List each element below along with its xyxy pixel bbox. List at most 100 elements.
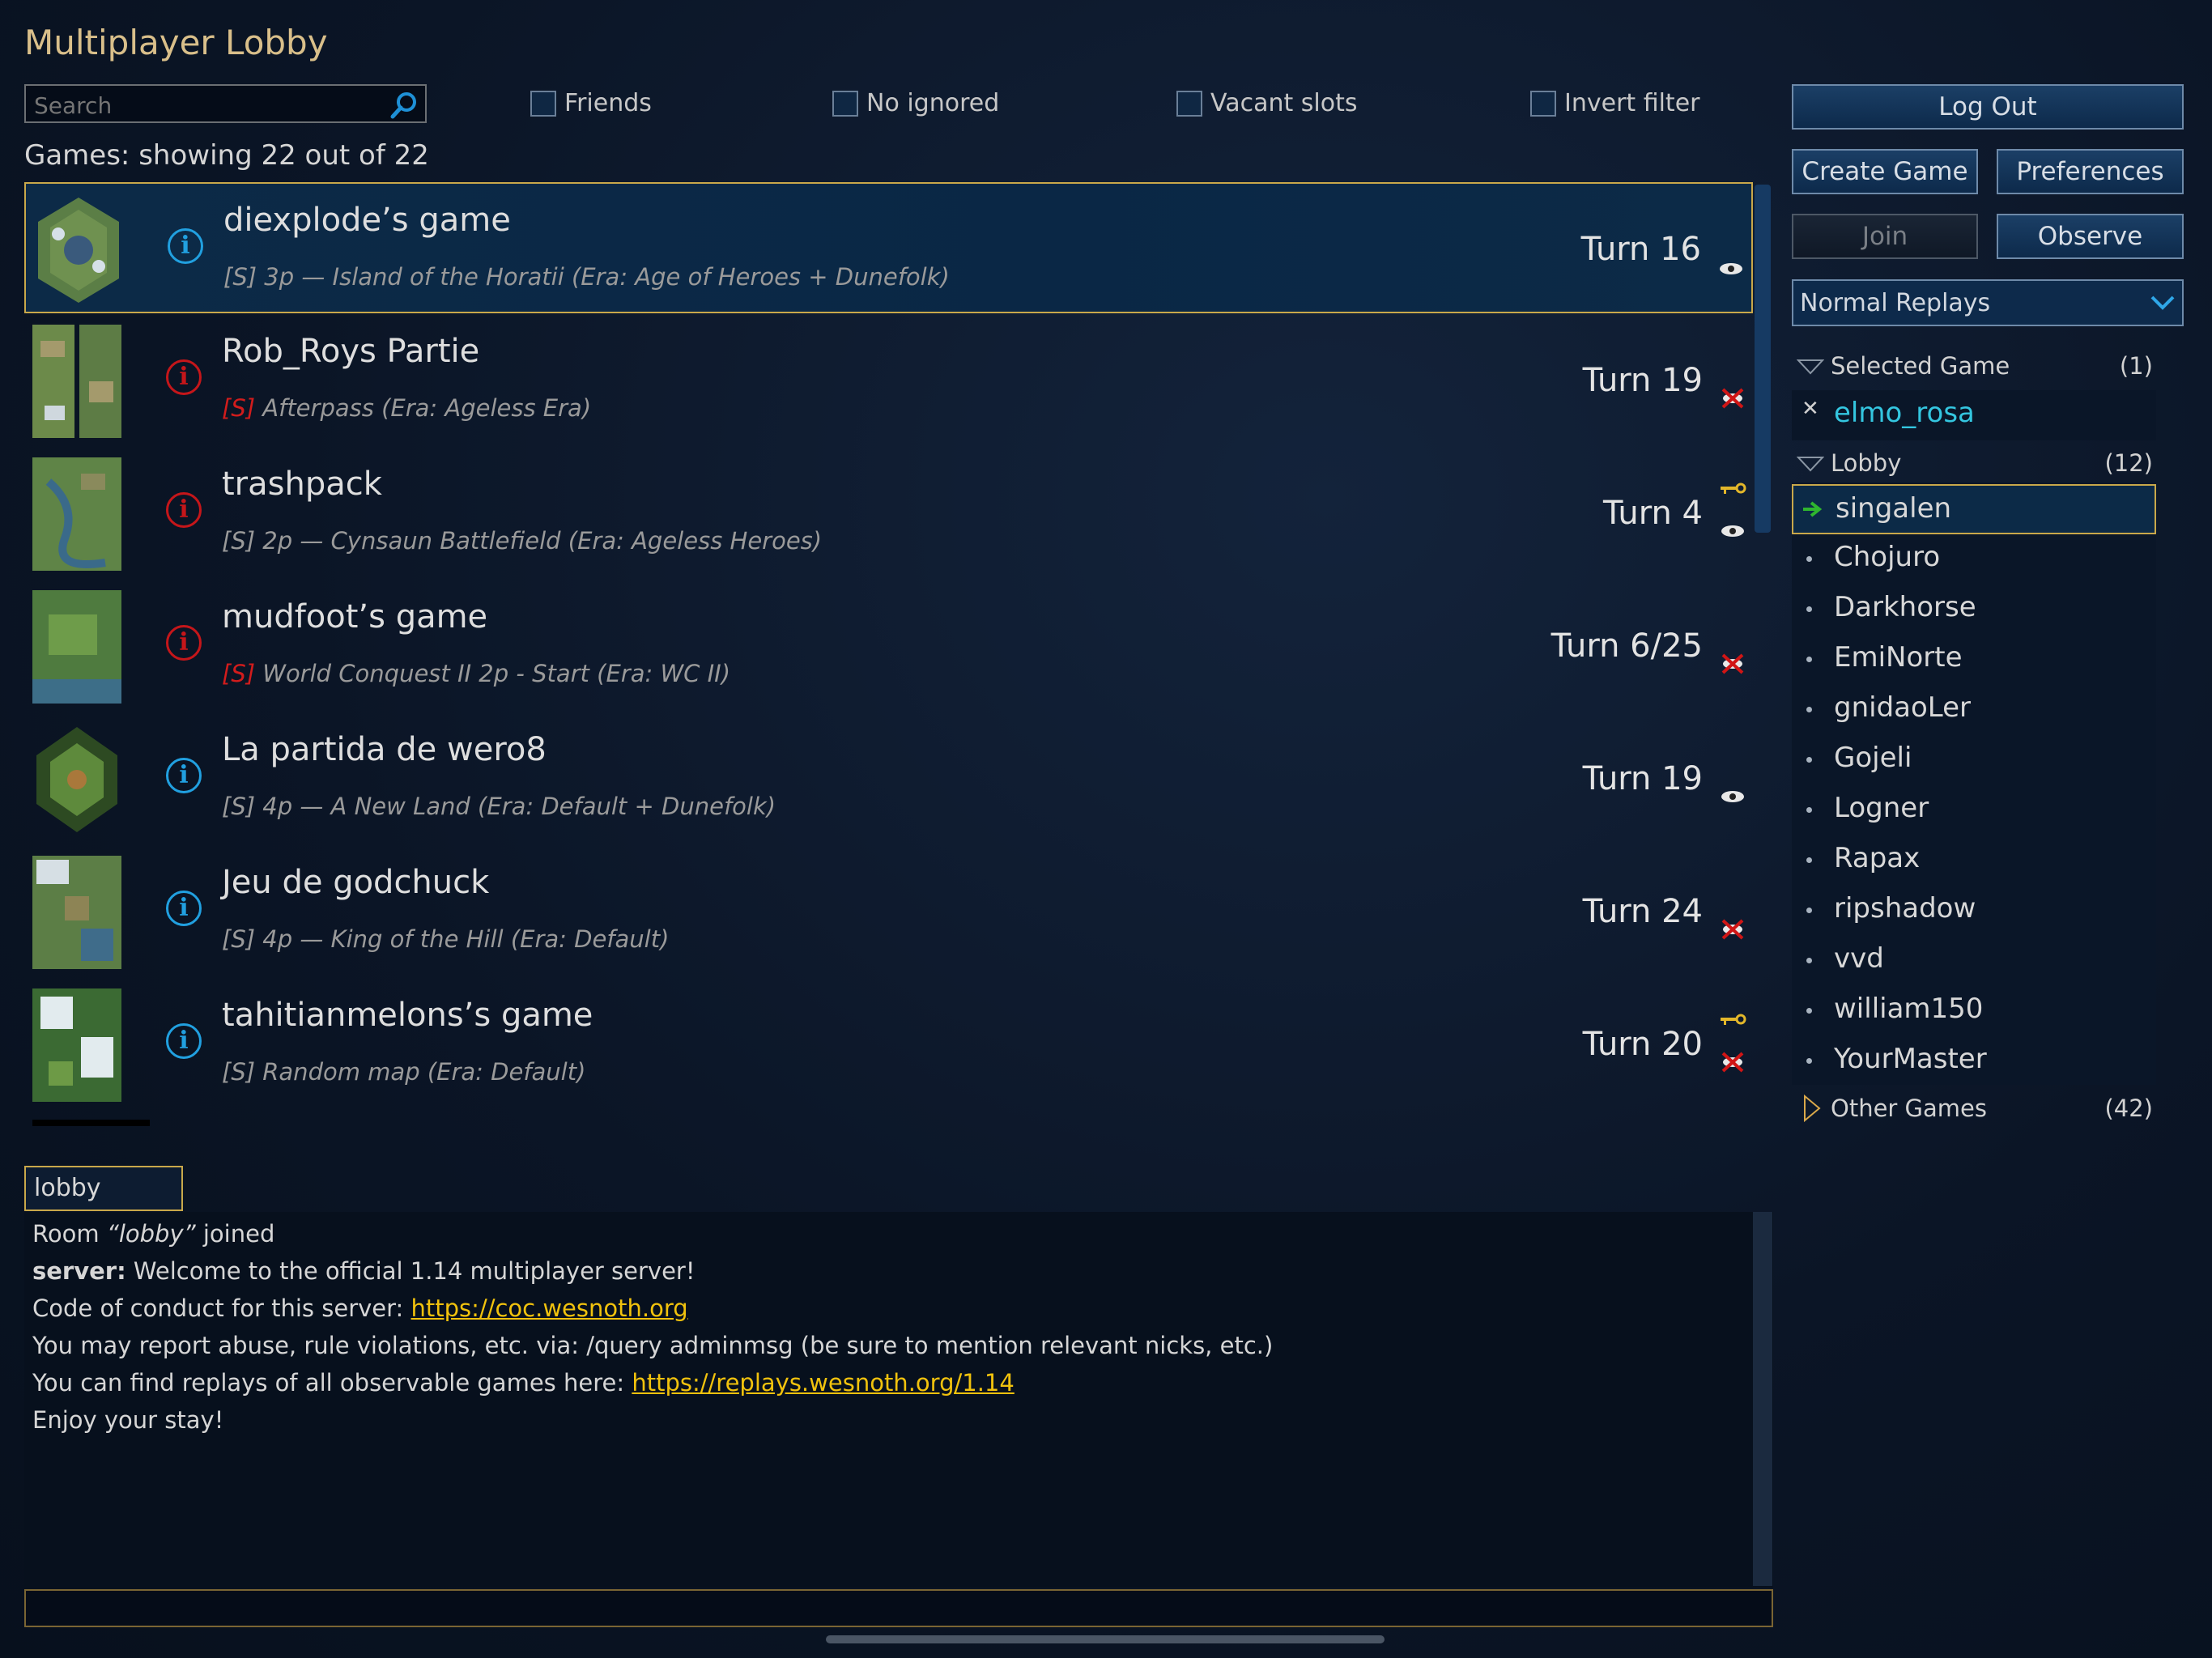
selected-game-player[interactable]: ✕ elmo_rosa — [1792, 390, 2156, 440]
game-name: diexplode’s game — [223, 202, 511, 239]
observe-button[interactable]: Observe — [1997, 214, 2184, 259]
invert-filter-checkbox[interactable] — [1530, 90, 1556, 117]
chat-line: Room “lobby” joined — [32, 1220, 1773, 1248]
player-name: singalen — [1836, 492, 1952, 525]
lobby-player[interactable]: Darkhorse — [1792, 585, 2156, 635]
no-ignored-filter[interactable]: No ignored — [832, 89, 999, 117]
game-scenario: World Conquest II 2p - Start (Era: WC II… — [262, 660, 731, 687]
game-tag: [S] — [223, 263, 257, 291]
game-turn: Turn 19 — [1582, 362, 1703, 399]
lobby-player[interactable]: Logner — [1792, 785, 2156, 835]
bullet-icon — [1806, 707, 1812, 712]
game-row[interactable]: i Jeu de godchuck [S] 4p — King of the H… — [24, 846, 1753, 977]
player-name: elmo_rosa — [1834, 397, 1975, 429]
lobby-player[interactable]: vvd — [1792, 936, 2156, 986]
map-thumbnail — [38, 198, 119, 303]
friends-checkbox[interactable] — [530, 90, 556, 117]
game-row-partial[interactable] — [24, 1120, 1753, 1150]
chat-room-name: “lobby” — [106, 1220, 196, 1248]
game-turn: Turn 19 — [1582, 760, 1703, 797]
bullet-icon — [1806, 958, 1812, 963]
game-description: [S] 2p — Cynsaun Battlefield (Era: Agele… — [222, 527, 822, 555]
game-turn: Turn 6/25 — [1551, 627, 1703, 665]
chat-text: joined — [195, 1220, 275, 1248]
bullet-icon — [1806, 807, 1812, 813]
info-icon[interactable]: i — [166, 625, 202, 661]
games-count: Games: showing 22 out of 22 — [24, 139, 429, 172]
replay-mode-value: Normal Replays — [1800, 289, 1991, 317]
tree-selected-game-header[interactable]: Selected Game (1) — [1792, 344, 2156, 391]
game-row[interactable]: i tahitianmelons’s game [S] Random map (… — [24, 979, 1753, 1110]
logout-button[interactable]: Log Out — [1792, 84, 2184, 130]
lobby-player[interactable]: Gojeli — [1792, 735, 2156, 785]
search-icon[interactable] — [389, 91, 419, 123]
player-name: Rapax — [1834, 842, 1921, 874]
info-icon[interactable]: i — [166, 1023, 202, 1059]
no-observers-icon — [1721, 653, 1744, 674]
bullet-icon — [1806, 1058, 1812, 1064]
replay-mode-dropdown[interactable]: Normal Replays — [1792, 279, 2184, 326]
no-observers-icon — [1721, 388, 1744, 409]
game-row[interactable]: i diexplode’s game [S] 3p — Island of th… — [24, 182, 1753, 313]
player-name: ripshadow — [1834, 892, 1976, 925]
game-row[interactable]: i La partida de wero8 [S] 4p — A New Lan… — [24, 713, 1753, 844]
lobby-player[interactable]: Rapax — [1792, 835, 2156, 886]
game-turn: Turn 4 — [1603, 495, 1703, 532]
vacant-slots-checkbox[interactable] — [1176, 90, 1202, 117]
create-game-button[interactable]: Create Game — [1792, 149, 1978, 194]
lobby-player[interactable]: gnidaoLer — [1792, 685, 2156, 735]
join-button[interactable]: Join — [1792, 214, 1978, 259]
no-ignored-checkbox[interactable] — [832, 90, 858, 117]
game-row[interactable]: i mudfoot’s game [S] World Conquest II 2… — [24, 580, 1753, 712]
map-thumbnail — [32, 988, 121, 1102]
chat-text: Room — [32, 1220, 107, 1248]
game-tag: [S] — [222, 527, 256, 555]
info-icon[interactable]: i — [166, 492, 202, 528]
search-field[interactable] — [24, 84, 427, 125]
replays-link[interactable]: https://replays.wesnoth.org/1.14 — [632, 1369, 1014, 1397]
vacant-slots-filter[interactable]: Vacant slots — [1176, 89, 1357, 117]
coc-link[interactable]: https://coc.wesnoth.org — [411, 1295, 688, 1322]
preferences-button[interactable]: Preferences — [1997, 149, 2184, 194]
chat-line: server: Welcome to the official 1.14 mul… — [32, 1257, 1773, 1285]
friends-filter-label: Friends — [564, 89, 652, 117]
friends-filter[interactable]: Friends — [530, 89, 652, 117]
lobby-player[interactable]: ripshadow — [1792, 886, 2156, 936]
lobby-player[interactable]: Chojuro — [1792, 534, 2156, 585]
tree-other-games-header[interactable]: Other Games (42) — [1792, 1086, 2156, 1133]
tree-lobby-header[interactable]: Lobby (12) — [1792, 441, 2156, 488]
game-list-scrollbar[interactable] — [1755, 185, 1771, 533]
info-icon[interactable]: i — [166, 891, 202, 926]
password-key-icon — [1721, 1014, 1746, 1025]
invert-filter[interactable]: Invert filter — [1530, 89, 1700, 117]
info-icon[interactable]: i — [166, 359, 202, 395]
game-description: [S] Afterpass (Era: Ageless Era) — [222, 394, 591, 422]
chat-input[interactable] — [24, 1589, 1773, 1627]
bullet-icon — [1806, 757, 1812, 763]
expanded-triangle-icon — [1797, 457, 1824, 472]
vacant-slots-filter-label: Vacant slots — [1210, 89, 1358, 117]
map-thumbnail — [32, 325, 121, 438]
lobby-player-selected[interactable]: singalen — [1792, 484, 2156, 534]
lobby-player[interactable]: EmiNorte — [1792, 635, 2156, 685]
player-name: vvd — [1834, 942, 1884, 975]
game-row[interactable]: i Rob_Roys Partie [S] Afterpass (Era: Ag… — [24, 315, 1753, 446]
chat-text: You can find replays of all observable g… — [32, 1369, 632, 1397]
bullet-icon — [1806, 556, 1812, 562]
chat-room-tab[interactable]: lobby — [24, 1166, 183, 1211]
horizontal-scrollbar[interactable] — [826, 1635, 1385, 1643]
chat-scrollbar[interactable] — [1753, 1212, 1772, 1586]
game-scenario: 3p — Island of the Horatii (Era: Age of … — [264, 263, 950, 291]
tree-header-label: Other Games — [1831, 1095, 1988, 1122]
search-input[interactable] — [26, 86, 382, 125]
game-name: mudfoot’s game — [222, 598, 488, 636]
tree-header-count: (42) — [2104, 1095, 2153, 1122]
info-icon[interactable]: i — [168, 228, 203, 264]
lobby-player[interactable]: william150 — [1792, 986, 2156, 1036]
game-row[interactable]: i trashpack [S] 2p — Cynsaun Battlefield… — [24, 448, 1753, 579]
game-list[interactable]: i diexplode’s game [S] 3p — Island of th… — [24, 182, 1773, 1150]
lobby-player[interactable]: YourMaster — [1792, 1036, 2156, 1086]
info-icon[interactable]: i — [166, 758, 202, 793]
player-tree: Selected Game (1) — [1792, 344, 2156, 391]
game-description: [S] 3p — Island of the Horatii (Era: Age… — [223, 263, 950, 291]
